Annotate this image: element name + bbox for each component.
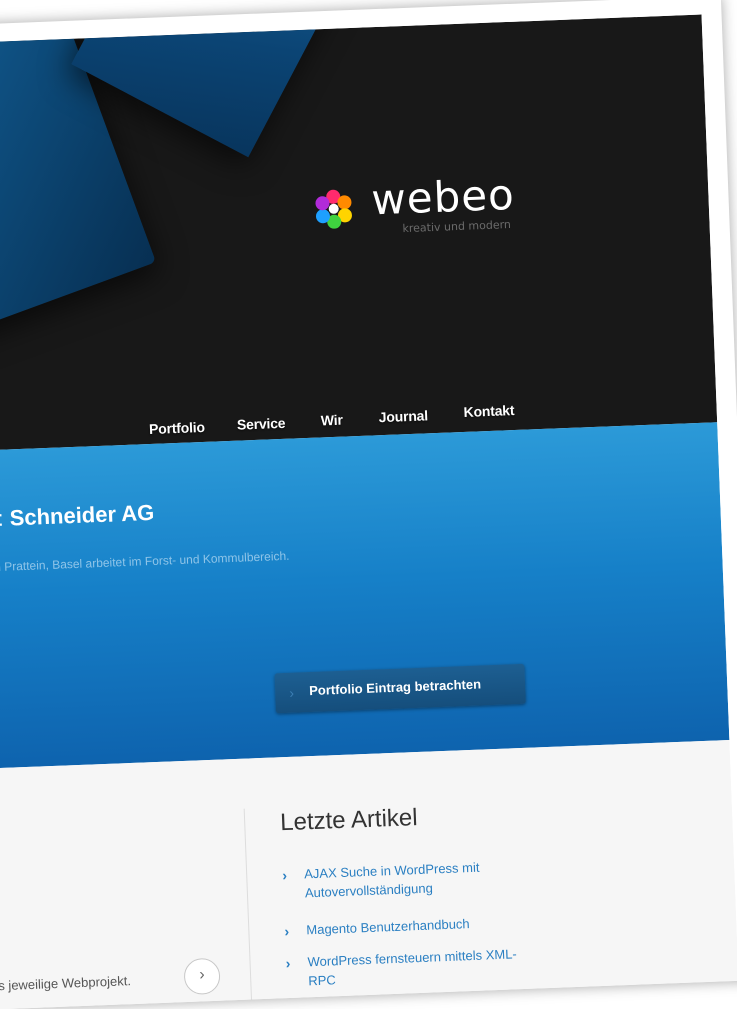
website: webeo kreativ und modern Portfolio Servi… <box>0 14 737 1009</box>
decorative-cube <box>71 14 351 158</box>
flower-logo-icon <box>315 189 352 229</box>
article-link[interactable]: › Magento Benutzerhandbuch <box>284 911 544 939</box>
screenshot-frame: webeo kreativ und modern Portfolio Servi… <box>0 0 737 1009</box>
nav-wir[interactable]: Wir <box>321 412 343 429</box>
column-divider <box>243 808 253 1009</box>
hero-header: webeo kreativ und modern Portfolio Servi… <box>0 14 718 451</box>
portfolio-entry-button-label: Portfolio Eintrag betrachten <box>308 676 482 699</box>
portfolio-entry-button[interactable]: › Portfolio Eintrag betrachten <box>274 663 526 714</box>
chevron-right-icon: › <box>281 867 288 884</box>
nav-journal[interactable]: Journal <box>378 407 428 425</box>
chevron-right-icon: › <box>288 684 295 701</box>
nav-service[interactable]: Service <box>237 415 286 433</box>
site-logo[interactable]: webeo kreativ und modern <box>313 169 531 249</box>
content-area: s jeweilige Webprojekt. › Letzte Artikel… <box>0 739 737 1009</box>
featured-description: z in Prattein, Basel arbeitet im Forst- … <box>0 548 290 575</box>
latest-articles-list: › AJAX Suche in WordPress mit Autovervol… <box>282 855 542 989</box>
logo-tagline: kreativ und modern <box>402 218 512 236</box>
more-button[interactable]: › <box>183 957 221 996</box>
article-link[interactable]: › WordPress fernsteuern mittels XML-RPC <box>285 943 545 988</box>
featured-client-name: Schneider AG <box>9 499 155 531</box>
latest-articles-heading: Letzte Artikel <box>279 804 419 837</box>
main-navigation: Portfolio Service Wir Journal Kontakt <box>149 402 515 439</box>
article-link-label: Magento Benutzerhandbuch <box>306 916 470 938</box>
article-link-label: AJAX Suche in WordPress mit Autovervolls… <box>303 859 480 901</box>
chevron-right-icon: › <box>285 955 291 972</box>
featured-title: kt: Schneider AG <box>0 500 155 533</box>
nav-portfolio[interactable]: Portfolio <box>149 419 205 437</box>
nav-kontakt[interactable]: Kontakt <box>463 402 514 420</box>
logo-wordmark: webeo <box>370 169 516 225</box>
article-link-label: WordPress fernsteuern mittels XML-RPC <box>307 946 518 989</box>
featured-project-band: kt: Schneider AG z in Prattein, Basel ar… <box>0 422 730 769</box>
article-link[interactable]: › AJAX Suche in WordPress mit Autovervol… <box>282 855 542 901</box>
chevron-right-icon: › <box>284 923 290 940</box>
chevron-right-icon: › <box>199 966 205 984</box>
project-snippet: s jeweilige Webprojekt. <box>0 973 132 994</box>
